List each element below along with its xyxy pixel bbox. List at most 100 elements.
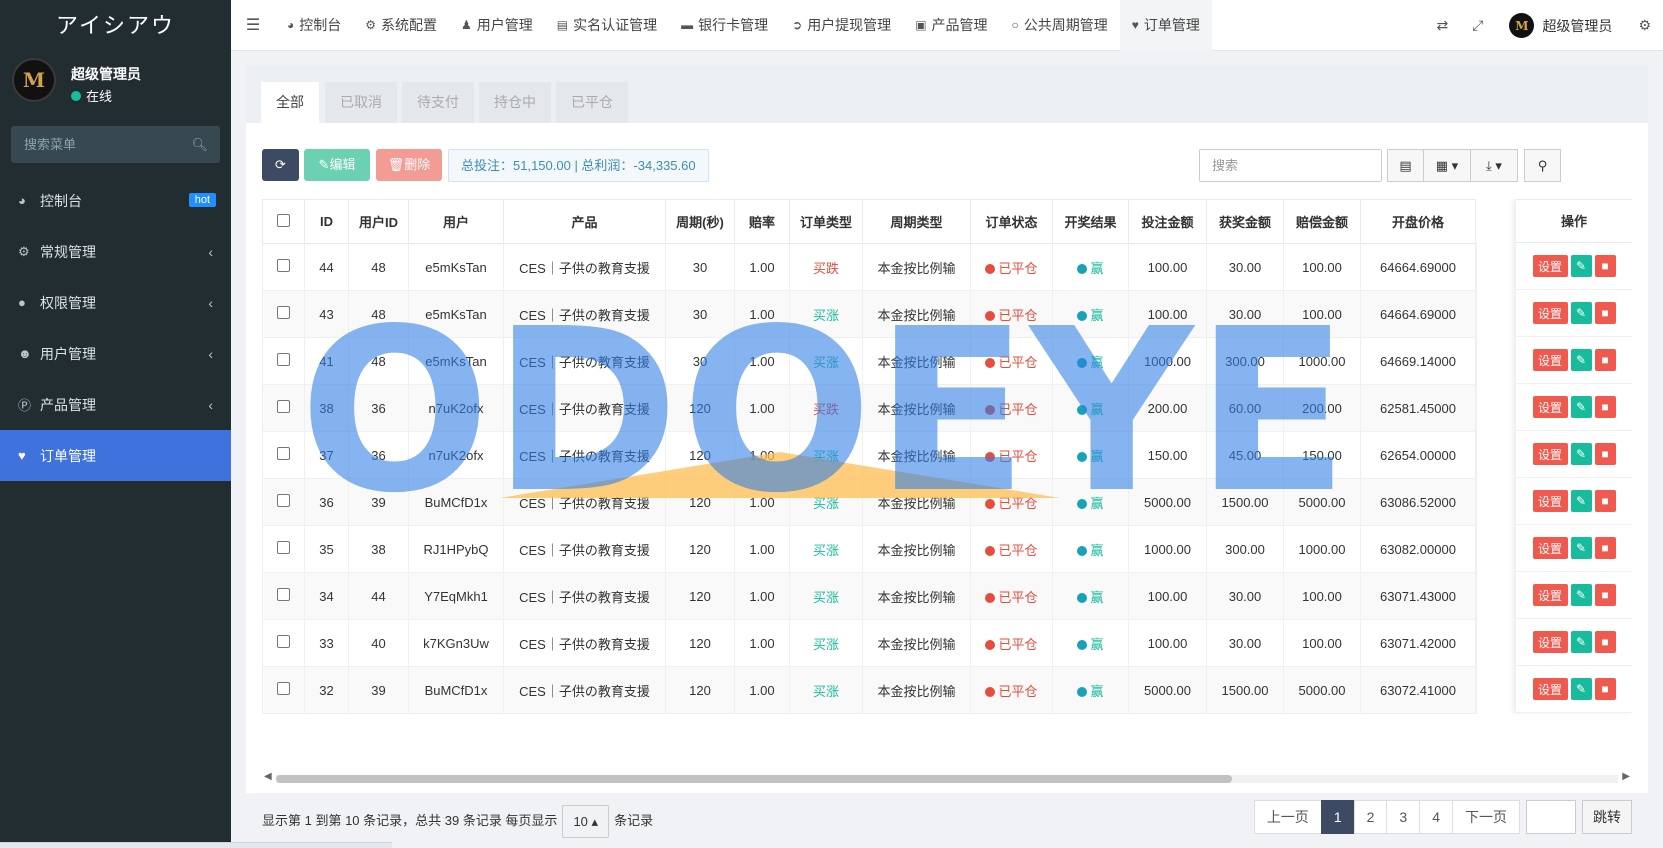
page-button-3[interactable]: 3 [1386,800,1421,834]
row-checkbox[interactable] [277,306,290,319]
edit-row-button[interactable]: ✎ [1570,349,1592,371]
tab-dashboard[interactable]: ◕ 控制台 [275,0,353,51]
jump-page-input[interactable] [1526,800,1576,834]
edit-row-button[interactable]: ✎ [1570,631,1592,653]
col-header[interactable]: 用户ID [348,199,409,244]
sidebar-item-dashboard[interactable]: ◕ 控制台 hot [0,175,231,226]
delete-row-button[interactable]: ■ [1594,490,1616,512]
settings-button[interactable]: 设置 [1532,537,1568,559]
delete-row-button[interactable]: ■ [1594,678,1616,700]
delete-row-button[interactable]: ■ [1594,631,1616,653]
tab-pending-payment[interactable]: 待支付 [402,82,474,123]
settings-button[interactable]: 设置 [1532,443,1568,465]
col-header[interactable]: 订单状态 [970,199,1053,244]
col-header[interactable]: 赔率 [734,199,790,244]
jump-button[interactable]: 跳转 [1582,800,1632,834]
export-button[interactable]: ⤓ ▾ [1470,149,1518,182]
row-select[interactable] [262,525,305,573]
table-row[interactable]: 33 40 k7KGn3Uw CES｜子供の教育支援 120 1.00 买涨 本金按比例输 已平… [262,619,1477,667]
tab-product-management[interactable]: ▣ 产品管理 [903,0,999,51]
col-header[interactable]: 周期类型 [862,199,971,244]
row-select[interactable] [262,572,305,620]
delete-button[interactable]: 🗑︎删除 [376,149,442,181]
tab-user-management[interactable]: ♟ 用户管理 [449,0,545,51]
menu-search-input[interactable] [11,126,220,163]
page-button-2[interactable]: 2 [1353,800,1388,834]
page-button-1[interactable]: 1 [1320,800,1355,834]
settings-button[interactable]: 设置 [1532,490,1568,512]
col-header[interactable]: 周期(秒) [665,199,735,244]
col-header[interactable]: 开奖结果 [1052,199,1129,244]
edit-button[interactable]: ✎编辑 [304,149,370,181]
edit-row-button[interactable]: ✎ [1570,584,1592,606]
select-all-checkbox[interactable] [277,213,290,227]
tab-closed[interactable]: 已平仓 [556,82,628,123]
edit-row-button[interactable]: ✎ [1570,678,1592,700]
table-row[interactable]: 41 48 e5mKsTan CES｜子供の教育支援 30 1.00 买涨 本金按比例输 已平仓… [262,337,1477,385]
sidebar-item-users[interactable]: ☻ 用户管理 ‹ [0,328,231,379]
row-checkbox[interactable] [277,635,290,648]
table-row[interactable]: 44 48 e5mKsTan CES｜子供の教育支援 30 1.00 买跌 本金按比例输 已平仓… [262,243,1477,291]
col-header[interactable]: 投注金额 [1128,199,1207,244]
delete-row-button[interactable]: ■ [1594,302,1616,324]
col-header[interactable]: 订单类型 [789,199,863,244]
row-checkbox[interactable] [277,259,290,272]
edit-row-button[interactable]: ✎ [1570,537,1592,559]
columns-button[interactable]: ▦ ▾ [1423,149,1471,182]
fullscreen-icon[interactable]: ⤢ [1460,17,1495,34]
row-select[interactable] [262,619,305,667]
settings-button[interactable]: 设置 [1532,631,1568,653]
tab-system-config[interactable]: ⚙ 系统配置 [353,0,449,51]
row-checkbox[interactable] [277,353,290,366]
select-all[interactable] [262,199,305,244]
delete-row-button[interactable]: ■ [1594,584,1616,606]
delete-row-button[interactable]: ■ [1594,349,1616,371]
tab-bank-cards[interactable]: ▬ 银行卡管理 [669,0,780,51]
tab-order-management[interactable]: ♥ 订单管理 [1119,0,1212,51]
row-select[interactable] [262,431,305,479]
edit-row-button[interactable]: ✎ [1570,396,1592,418]
sidebar-item-products[interactable]: Ⓟ 产品管理 ‹ [0,379,231,430]
row-select[interactable] [262,337,305,385]
delete-row-button[interactable]: ■ [1594,537,1616,559]
row-select[interactable] [262,666,305,714]
menu-toggle-icon[interactable]: ☰ [231,15,275,35]
settings-button[interactable]: 设置 [1532,302,1568,324]
tab-public-period[interactable]: ○ 公共周期管理 [1000,0,1120,51]
row-checkbox[interactable] [277,588,290,601]
delete-row-button[interactable]: ■ [1594,443,1616,465]
edit-row-button[interactable]: ✎ [1570,490,1592,512]
tab-all[interactable]: 全部 [261,82,319,123]
table-search-input[interactable] [1200,150,1381,181]
table-row[interactable]: 43 48 e5mKsTan CES｜子供の教育支援 30 1.00 买涨 本金按比例输 已平仓… [262,290,1477,338]
row-checkbox[interactable] [277,682,290,695]
settings-button[interactable]: 设置 [1532,584,1568,606]
col-header[interactable]: 产品 [503,199,666,244]
table-row[interactable]: 38 36 n7uK2ofx CES｜子供の教育支援 120 1.00 买跌 本金按比例输 已平… [262,384,1477,432]
table-row[interactable]: 32 39 BuMCfD1x CES｜子供の教育支援 120 1.00 买涨 本金按比例输 已平… [262,666,1477,714]
settings-button[interactable]: 设置 [1532,678,1568,700]
col-header[interactable]: 用户 [408,199,504,244]
table-row[interactable]: 35 38 RJ1HPybQ CES｜子供の教育支援 120 1.00 买涨 本金按比例输 已平… [262,525,1477,573]
col-header[interactable]: ID [304,199,349,244]
settings-button[interactable]: 设置 [1532,255,1568,277]
refresh-button[interactable]: ⟳ [262,149,299,181]
row-select[interactable] [262,243,305,291]
advanced-search-button[interactable]: ⚲ [1524,149,1561,182]
tab-identity-verification[interactable]: ▤ 实名认证管理 [545,0,669,51]
scroll-right-icon[interactable]: ▶ [1622,771,1630,782]
tab-cancelled[interactable]: 已取消 [325,82,397,123]
sidebar-item-permissions[interactable]: ● 权限管理 ‹ [0,277,231,328]
row-select[interactable] [262,384,305,432]
settings-button[interactable]: 设置 [1532,349,1568,371]
table-row[interactable]: 34 44 Y7EqMkh1 CES｜子供の教育支援 120 1.00 买涨 本金按比例输 已平… [262,572,1477,620]
col-header[interactable]: 开盘价格 [1360,199,1476,244]
tab-withdrawals[interactable]: ➲ 用户提现管理 [780,0,903,51]
app-title[interactable]: アイシアウ [0,0,231,52]
horizontal-scrollbar[interactable]: ◀ ▶ [262,771,1632,785]
tab-holding[interactable]: 持仓中 [479,82,551,123]
prev-page-button[interactable]: 上一页 [1253,800,1322,834]
row-select[interactable] [262,290,305,338]
edit-row-button[interactable]: ✎ [1570,255,1592,277]
sidebar-item-orders[interactable]: ♥ 订单管理 [0,430,231,481]
